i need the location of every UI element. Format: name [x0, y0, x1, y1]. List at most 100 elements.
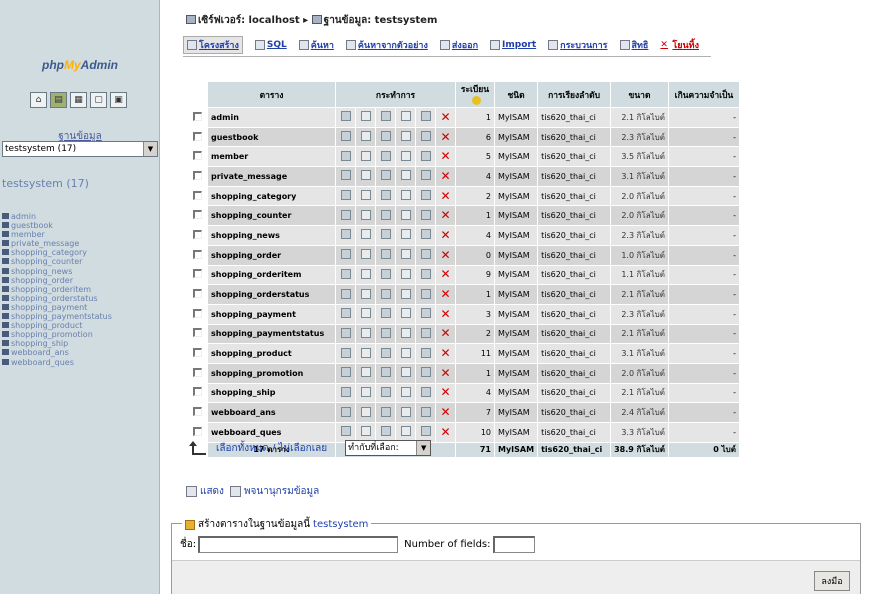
browse-icon[interactable] [340, 308, 351, 319]
size-cell[interactable]: 2.0 กิโลไบต์ [611, 186, 668, 206]
tab-query[interactable]: ค้นหาจากตัวอย่าง [345, 38, 428, 52]
empty-icon[interactable] [420, 426, 431, 437]
row-checkbox[interactable] [192, 170, 202, 180]
search-icon[interactable] [380, 308, 391, 319]
tab-sql[interactable]: SQL [254, 40, 287, 50]
search-icon[interactable] [380, 367, 391, 378]
insert-icon[interactable] [400, 308, 411, 319]
table-name[interactable]: shopping_counter [208, 206, 335, 226]
tab-structure[interactable]: โครงสร้าง [183, 36, 243, 54]
table-name[interactable]: member [208, 147, 335, 167]
database-title-link[interactable]: testsystem (17) [2, 177, 89, 190]
insert-icon[interactable] [400, 229, 411, 240]
structure-icon[interactable] [360, 131, 371, 142]
drop-icon[interactable]: ✕ [440, 287, 450, 301]
check-all-link[interactable]: เลือกทั้งหมด [216, 443, 269, 454]
structure-icon[interactable] [360, 308, 371, 319]
table-icon[interactable] [2, 294, 9, 301]
empty-icon[interactable] [420, 111, 431, 122]
search-icon[interactable] [380, 268, 391, 279]
table-name[interactable]: private_message [208, 167, 335, 186]
breadcrumb-database[interactable]: ฐานข้อมูล: testsystem [324, 15, 438, 26]
database-select[interactable]: testsystem (17) ▼ [2, 141, 158, 157]
drop-icon[interactable]: ✕ [440, 149, 450, 163]
row-checkbox[interactable] [192, 348, 202, 358]
insert-icon[interactable] [400, 209, 411, 220]
drop-icon[interactable]: ✕ [440, 248, 450, 262]
structure-icon[interactable] [360, 249, 371, 260]
empty-icon[interactable] [420, 327, 431, 338]
empty-icon[interactable] [420, 150, 431, 161]
drop-icon[interactable]: ✕ [440, 208, 450, 222]
insert-icon[interactable] [400, 150, 411, 161]
sidebar-table-item[interactable]: shopping_order [2, 276, 112, 285]
insert-icon[interactable] [400, 249, 411, 260]
tab-privileges[interactable]: สิทธิ [619, 38, 648, 52]
row-checkbox[interactable] [192, 249, 202, 259]
structure-icon[interactable] [360, 190, 371, 201]
drop-icon[interactable]: ✕ [440, 110, 450, 124]
browse-icon[interactable] [340, 111, 351, 122]
structure-icon[interactable] [360, 229, 371, 240]
insert-icon[interactable] [400, 111, 411, 122]
table-icon[interactable] [2, 358, 9, 365]
size-cell[interactable]: 1.1 กิโลไบต์ [611, 265, 668, 285]
row-checkbox[interactable] [192, 229, 202, 239]
structure-icon[interactable] [360, 209, 371, 220]
size-cell[interactable]: 3.1 กิโลไบต์ [611, 344, 668, 363]
sidebar-table-item[interactable]: shopping_counter [2, 257, 112, 266]
drop-icon[interactable]: ✕ [440, 326, 450, 340]
drop-icon[interactable]: ✕ [440, 169, 450, 183]
browse-icon[interactable] [340, 209, 351, 220]
drop-icon[interactable]: ✕ [440, 267, 450, 281]
table-name[interactable]: webboard_ans [208, 403, 335, 422]
structure-icon[interactable] [360, 426, 371, 437]
table-name[interactable]: webboard_ques [208, 423, 335, 442]
table-icon[interactable] [2, 267, 9, 274]
browse-icon[interactable] [340, 190, 351, 201]
insert-icon[interactable] [400, 131, 411, 142]
table-icon[interactable] [2, 258, 9, 265]
sidebar-table-item[interactable]: shopping_orderstatus [2, 294, 112, 303]
browse-icon[interactable] [340, 367, 351, 378]
sidebar-table-item[interactable]: private_message [2, 239, 112, 248]
tab-export[interactable]: ส่งออก [439, 38, 478, 52]
structure-icon[interactable] [360, 150, 371, 161]
search-icon[interactable] [380, 209, 391, 220]
size-cell[interactable]: 2.0 กิโลไบต์ [611, 363, 668, 383]
size-cell[interactable]: 3.5 กิโลไบต์ [611, 147, 668, 167]
row-checkbox[interactable] [192, 151, 202, 161]
row-checkbox[interactable] [192, 367, 202, 377]
browse-icon[interactable] [340, 288, 351, 299]
row-checkbox[interactable] [192, 190, 202, 200]
browse-icon[interactable] [340, 347, 351, 358]
browse-icon[interactable] [340, 131, 351, 142]
table-icon[interactable] [2, 322, 9, 329]
structure-icon[interactable] [360, 170, 371, 181]
breadcrumb-server[interactable]: เซิร์ฟเวอร์: localhost [198, 15, 300, 26]
sidebar-table-item[interactable]: shopping_promotion [2, 330, 112, 339]
docs-icon[interactable]: ▢ [90, 92, 107, 108]
table-name[interactable]: shopping_payment [208, 304, 335, 324]
size-cell[interactable]: 2.4 กิโลไบต์ [611, 403, 668, 422]
structure-icon[interactable] [360, 386, 371, 397]
sidebar-table-item[interactable]: webboard_ans [2, 348, 112, 357]
drop-icon[interactable]: ✕ [440, 366, 450, 380]
empty-icon[interactable] [420, 170, 431, 181]
insert-icon[interactable] [400, 190, 411, 201]
print-view-link[interactable]: แสดง [200, 484, 224, 499]
table-icon[interactable] [2, 349, 9, 356]
search-icon[interactable] [380, 229, 391, 240]
tab-drop[interactable]: ✕ โยนทิ้ง [660, 38, 699, 52]
row-checkbox[interactable] [192, 387, 202, 397]
row-checkbox[interactable] [192, 111, 202, 121]
table-icon[interactable] [2, 340, 9, 347]
size-cell[interactable]: 2.3 กิโลไบต์ [611, 226, 668, 245]
table-icon[interactable] [2, 240, 9, 247]
size-cell[interactable]: 3.3 กิโลไบต์ [611, 423, 668, 442]
browse-icon[interactable] [340, 327, 351, 338]
query-window-icon[interactable]: ▤ [50, 92, 67, 108]
browse-icon[interactable] [340, 249, 351, 260]
empty-icon[interactable] [420, 386, 431, 397]
insert-icon[interactable] [400, 327, 411, 338]
